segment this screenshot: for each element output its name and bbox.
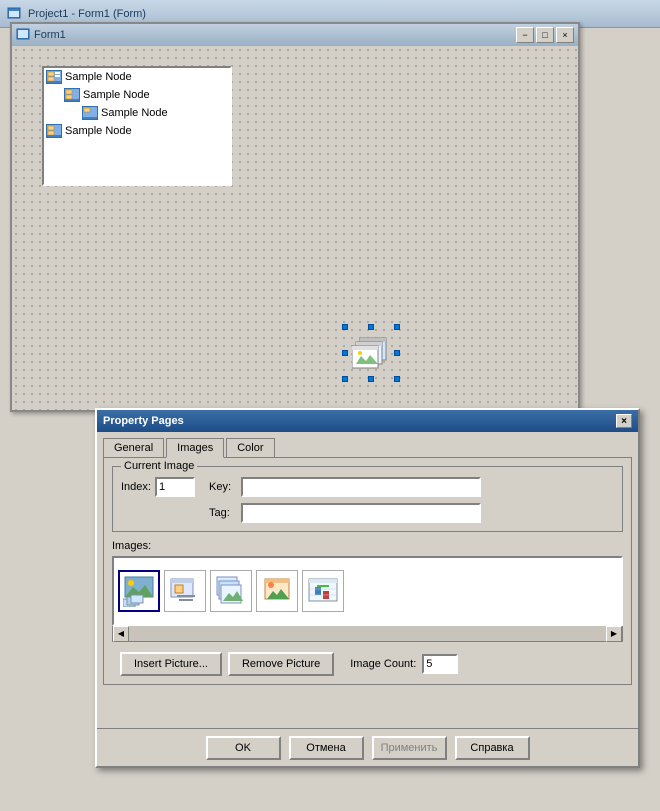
- handle-bl[interactable]: [342, 376, 348, 382]
- handle-ml[interactable]: [342, 350, 348, 356]
- image-thumb-5[interactable]: [302, 570, 344, 612]
- handle-mr[interactable]: [394, 350, 400, 356]
- tag-input[interactable]: [241, 503, 481, 523]
- tab-color[interactable]: Color: [226, 438, 274, 457]
- dialog-close-button[interactable]: ×: [616, 414, 632, 428]
- image-thumb-3[interactable]: [210, 570, 252, 612]
- tree-item-label-3: Sample Node: [101, 107, 168, 119]
- tab-general[interactable]: General: [103, 438, 164, 457]
- apply-button[interactable]: Применить: [372, 736, 447, 760]
- ide-restore-button[interactable]: □: [536, 27, 554, 43]
- handle-bm[interactable]: [368, 376, 374, 382]
- image-count-input[interactable]: [422, 654, 458, 674]
- tree-node-icon-4: [46, 123, 62, 139]
- tree-item-label-4: Sample Node: [65, 125, 132, 137]
- tab-images[interactable]: Images: [166, 438, 224, 458]
- tag-label: Tag:: [209, 507, 237, 519]
- tree-item-label-1: Sample Node: [65, 71, 132, 83]
- tree-node-icon-2: [64, 87, 80, 103]
- imagelist-inner: [350, 332, 392, 374]
- image-count-label: Image Count:: [350, 658, 416, 670]
- tag-row: Tag:: [121, 503, 614, 523]
- handle-tr[interactable]: [394, 324, 400, 330]
- ide-close-button[interactable]: ×: [556, 27, 574, 43]
- ide-titlebar-icon: [16, 28, 30, 42]
- index-row: Index: Key:: [121, 477, 614, 497]
- imagelist-icon: [352, 334, 390, 372]
- ide-window: Form1 − □ × Sa: [10, 22, 580, 412]
- ide-titlebar-left: Form1: [16, 28, 66, 42]
- ide-form-area[interactable]: Sample Node Sample Node: [12, 46, 578, 410]
- tree-item-label-2: Sample Node: [83, 89, 150, 101]
- ide-titlebar: Form1 − □ ×: [12, 24, 578, 46]
- key-input[interactable]: [241, 477, 481, 497]
- tree-node-icon-1: [46, 69, 62, 85]
- cancel-button[interactable]: Отмена: [289, 736, 364, 760]
- tree-item-2[interactable]: Sample Node: [44, 86, 230, 104]
- index-input[interactable]: [155, 477, 195, 497]
- dialog-buttons-row: Insert Picture... Remove Picture Image C…: [120, 652, 615, 676]
- images-scrollbar: ◀ ▶: [112, 626, 623, 642]
- ok-button[interactable]: OK: [206, 736, 281, 760]
- tree-item-4[interactable]: Sample Node: [44, 122, 230, 140]
- ide-titlebar-buttons: − □ ×: [516, 27, 574, 43]
- scroll-right-button[interactable]: ▶: [606, 626, 622, 642]
- images-scrollbox[interactable]: [112, 556, 623, 626]
- handle-tm[interactable]: [368, 324, 374, 330]
- tab-general-label: General: [114, 442, 153, 454]
- tab-images-label: Images: [177, 442, 213, 454]
- ide-window-title: Form1: [34, 29, 66, 41]
- ide-minimize-button[interactable]: −: [516, 27, 534, 43]
- app-title: Project1 - Form1 (Form): [28, 8, 146, 20]
- tree-item-1[interactable]: Sample Node: [44, 68, 230, 86]
- key-label: Key:: [209, 481, 237, 493]
- image-thumb-4[interactable]: [256, 570, 298, 612]
- scroll-left-button[interactable]: ◀: [113, 626, 129, 642]
- handle-br[interactable]: [394, 376, 400, 382]
- tree-item-3[interactable]: Sample Node: [44, 104, 230, 122]
- image-thumb-2[interactable]: [164, 570, 206, 612]
- dialog-footer: OK Отмена Применить Справка: [97, 728, 638, 766]
- tabs-container: General Images Color: [103, 438, 632, 457]
- images-label: Images:: [112, 540, 623, 552]
- tab-color-label: Color: [237, 442, 263, 454]
- scroll-track[interactable]: [129, 626, 606, 641]
- app-titlebar-icon: [6, 6, 22, 22]
- insert-picture-button[interactable]: Insert Picture...: [120, 652, 222, 676]
- current-image-legend: Current Image: [121, 460, 197, 472]
- dialog-title: Property Pages: [103, 415, 184, 427]
- image-thumb-1[interactable]: [118, 570, 160, 612]
- remove-picture-button[interactable]: Remove Picture: [228, 652, 334, 676]
- images-section: Images:: [112, 540, 623, 642]
- property-pages-dialog: Property Pages × General Images Color Cu…: [95, 408, 640, 768]
- dialog-titlebar: Property Pages ×: [97, 410, 638, 432]
- index-label: Index:: [121, 481, 151, 493]
- tab-content-images: Current Image Index: Key: Tag: Images:: [103, 457, 632, 685]
- help-button[interactable]: Справка: [455, 736, 530, 760]
- treeview-control[interactable]: Sample Node Sample Node: [42, 66, 232, 186]
- imagelist-control[interactable]: [342, 324, 400, 382]
- current-image-group: Current Image Index: Key: Tag:: [112, 466, 623, 532]
- tree-node-icon-3: [82, 105, 98, 121]
- handle-tl[interactable]: [342, 324, 348, 330]
